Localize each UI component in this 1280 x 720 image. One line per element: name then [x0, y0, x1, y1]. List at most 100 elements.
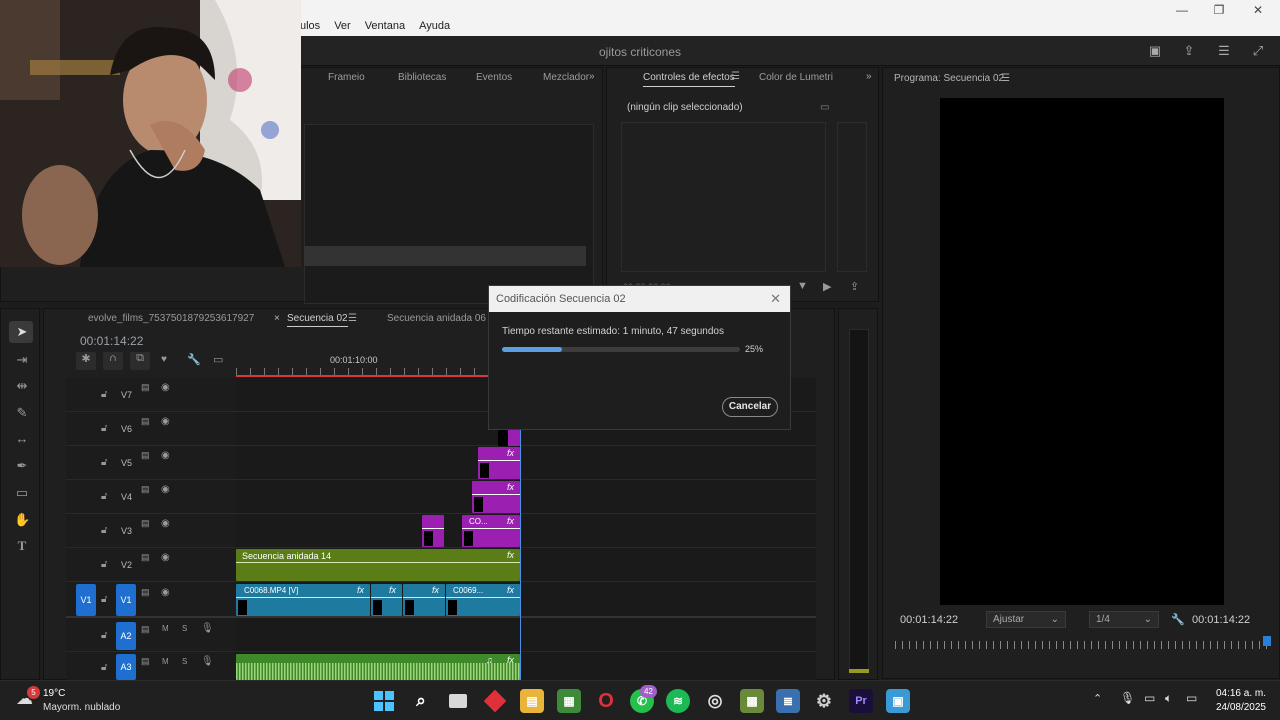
weather-temp[interactable]: 19°C	[43, 688, 65, 699]
panel-toggle-icon[interactable]: ▭	[820, 102, 829, 113]
premiere-pro-icon[interactable]: Pr	[849, 689, 873, 713]
eye-icon[interactable]: ◉	[161, 518, 170, 529]
program-ruler[interactable]	[895, 641, 1270, 649]
app-icon-blue[interactable]: ▣	[886, 689, 910, 713]
maximize-button[interactable]: ❐	[1209, 3, 1229, 17]
lock-icon[interactable]: 🔓︎	[101, 630, 107, 641]
nest-toggle-icon[interactable]: ✱	[76, 352, 96, 370]
dialog-close-icon[interactable]: ✕	[770, 291, 781, 307]
type-tool-icon[interactable]: T	[14, 538, 30, 554]
tab-secuencia-anidada-06[interactable]: Secuencia anidada 06	[387, 313, 486, 324]
display-icon[interactable]: ▭	[1144, 691, 1155, 705]
notepad-icon[interactable]: ≣	[776, 689, 800, 713]
eye-icon[interactable]: ◉	[161, 587, 170, 598]
more-tabs-icon-2[interactable]: »	[866, 71, 872, 82]
lock-icon[interactable]: 🔓︎	[101, 559, 107, 570]
pen-tool-icon[interactable]: ✒	[14, 458, 30, 474]
settings-gear-icon[interactable]: ⚙	[812, 689, 836, 713]
eye-icon[interactable]: ◉	[161, 416, 170, 427]
clock-time[interactable]: 04:16 a. m.	[1210, 688, 1266, 699]
snap-icon[interactable]: ∩	[103, 352, 123, 370]
filter-icon[interactable]: ▼	[797, 280, 808, 292]
track-target-a3[interactable]: A3	[116, 654, 136, 680]
ripple-edit-tool-icon[interactable]: ⇹	[14, 378, 30, 394]
share-icon[interactable]: ⇪	[1181, 44, 1197, 58]
clip-v1-c0069[interactable]: C0069... fx	[446, 584, 520, 616]
track-select-tool-icon[interactable]: ⇥	[14, 352, 30, 368]
clip-v3-b[interactable]: CO... fx	[462, 515, 520, 547]
captions-icon[interactable]: ▭	[213, 353, 223, 366]
timeline-timecode[interactable]: 00:01:14:22	[80, 334, 143, 348]
tab-evolve-films[interactable]: evolve_films_7537501879253617927	[88, 313, 254, 324]
clip-v2-nested-sequence[interactable]: Secuencia anidada 14 fx	[236, 549, 520, 581]
tab-secuencia-02[interactable]: Secuencia 02	[287, 313, 348, 327]
minecraft-icon[interactable]: ▩	[740, 689, 764, 713]
sync-lock-icon[interactable]: ▤	[141, 518, 150, 529]
start-button[interactable]	[372, 689, 396, 713]
clip-v1-c0068[interactable]: C0068.MP4 [V] fx	[236, 584, 370, 616]
tab-mezclador[interactable]: Mezclador	[543, 72, 589, 83]
menu-item-ver[interactable]: Ver	[334, 20, 351, 32]
sync-lock-icon[interactable]: ▤	[141, 416, 150, 427]
close-button[interactable]: ✕	[1248, 3, 1268, 17]
clip-a3-audio[interactable]: ♫ fx	[236, 654, 520, 680]
fit-dropdown[interactable]: Ajustar ⌄	[986, 611, 1066, 628]
tab-color-lumetri[interactable]: Color de Lumetri	[759, 72, 833, 83]
cancel-button[interactable]: Cancelar	[722, 397, 778, 417]
source-scrollbar[interactable]	[304, 246, 586, 266]
eye-icon[interactable]: ◉	[161, 450, 170, 461]
task-view-icon[interactable]	[446, 689, 470, 713]
steam-icon[interactable]: ◎	[703, 689, 727, 713]
program-menu-icon[interactable]: ☰	[1001, 73, 1010, 84]
eye-icon[interactable]: ◉	[161, 484, 170, 495]
workspaces-icon[interactable]: ☰	[1216, 44, 1232, 58]
menu-item-ayuda[interactable]: Ayuda	[419, 20, 450, 32]
battery-icon[interactable]: ▭	[1186, 691, 1197, 705]
tab-controles-efectos[interactable]: Controles de efectos	[643, 72, 735, 87]
track-target-a2[interactable]: A2	[116, 622, 136, 650]
lock-icon[interactable]: 🔓︎	[101, 423, 107, 434]
tab-frameio[interactable]: Frameio	[328, 72, 365, 83]
lock-icon[interactable]: 🔓︎	[101, 594, 107, 605]
sync-lock-icon[interactable]: ▤	[141, 587, 150, 598]
eye-icon[interactable]: ◉	[161, 552, 170, 563]
menu-item-clip[interactable]: ulos	[300, 20, 320, 32]
add-marker-icon[interactable]: ♥	[161, 354, 167, 365]
eye-icon[interactable]: ◉	[161, 382, 170, 393]
tab-menu-icon[interactable]: ☰	[348, 313, 357, 324]
wrench-icon[interactable]: 🔧	[1171, 613, 1185, 626]
clip-v1-2[interactable]: fx	[371, 584, 402, 616]
chevron-up-icon[interactable]: ⌃	[1093, 692, 1102, 705]
minecraft-launcher-icon[interactable]: ▦	[557, 689, 581, 713]
quick-export-icon[interactable]: ▣	[1147, 44, 1163, 58]
tab-close-icon[interactable]: ×	[274, 313, 280, 324]
slip-tool-icon[interactable]: ↔	[14, 431, 30, 447]
weather-desc[interactable]: Mayorm. nublado	[43, 702, 120, 713]
lock-icon[interactable]: 🔓︎	[101, 457, 107, 468]
selection-tool-icon[interactable]: ➤	[14, 324, 30, 340]
solo-button[interactable]: S	[182, 657, 187, 666]
lock-icon[interactable]: 🔓︎	[101, 491, 107, 502]
work-area-bar[interactable]	[236, 375, 489, 377]
sync-lock-icon[interactable]: ▤	[141, 484, 150, 495]
opera-icon[interactable]: O	[594, 689, 618, 713]
timeline-settings-icon[interactable]: 🔧	[187, 353, 201, 366]
clip-v4[interactable]: fx	[472, 481, 520, 513]
mute-button[interactable]: M	[162, 624, 169, 633]
fullscreen-icon[interactable]: ⤢	[1250, 44, 1266, 58]
app-icon-red-diamond[interactable]	[483, 689, 507, 713]
microphone-icon[interactable]: 🎙︎	[201, 656, 214, 667]
sync-lock-icon[interactable]: ▤	[141, 382, 150, 393]
program-playhead[interactable]	[1263, 636, 1271, 646]
source-patch-v1[interactable]: V1	[76, 584, 96, 616]
clip-v5[interactable]: fx	[478, 447, 520, 479]
clock-date[interactable]: 24/08/2025	[1210, 702, 1266, 713]
lock-icon[interactable]: 🔓︎	[101, 389, 107, 400]
export-frame-icon[interactable]: ⇪	[850, 280, 859, 293]
clip-v6[interactable]	[498, 430, 520, 446]
solo-button[interactable]: S	[182, 624, 187, 633]
volume-icon[interactable]: 🔈︎	[1165, 691, 1172, 706]
sync-lock-icon[interactable]: ▤	[141, 552, 150, 563]
sync-lock-icon[interactable]: ▤	[141, 450, 150, 461]
track-target-v1[interactable]: V1	[116, 584, 136, 616]
